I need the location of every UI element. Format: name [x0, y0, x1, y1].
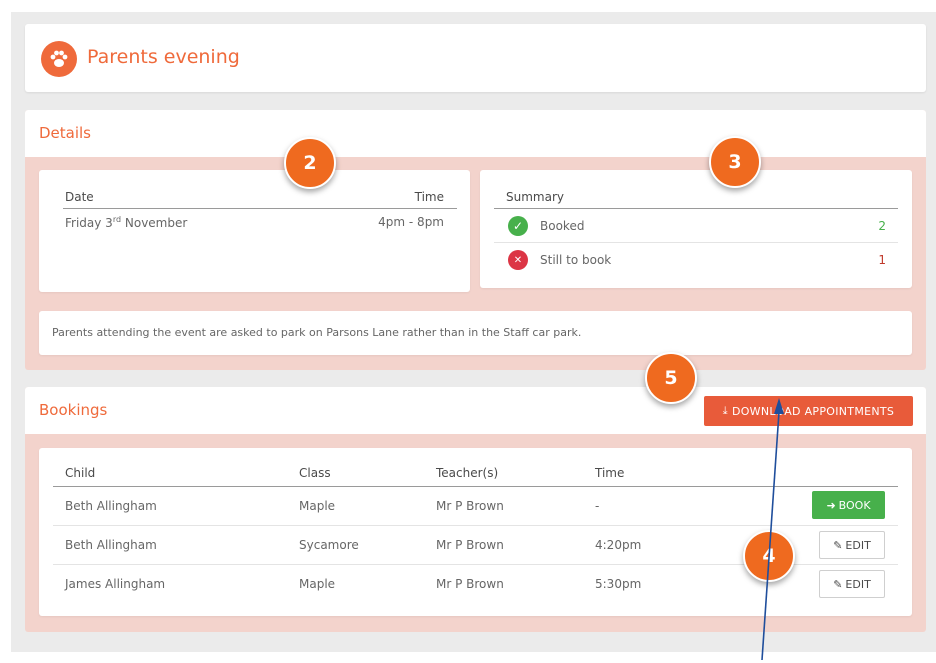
annotation-arrow-icon: [761, 398, 784, 661]
